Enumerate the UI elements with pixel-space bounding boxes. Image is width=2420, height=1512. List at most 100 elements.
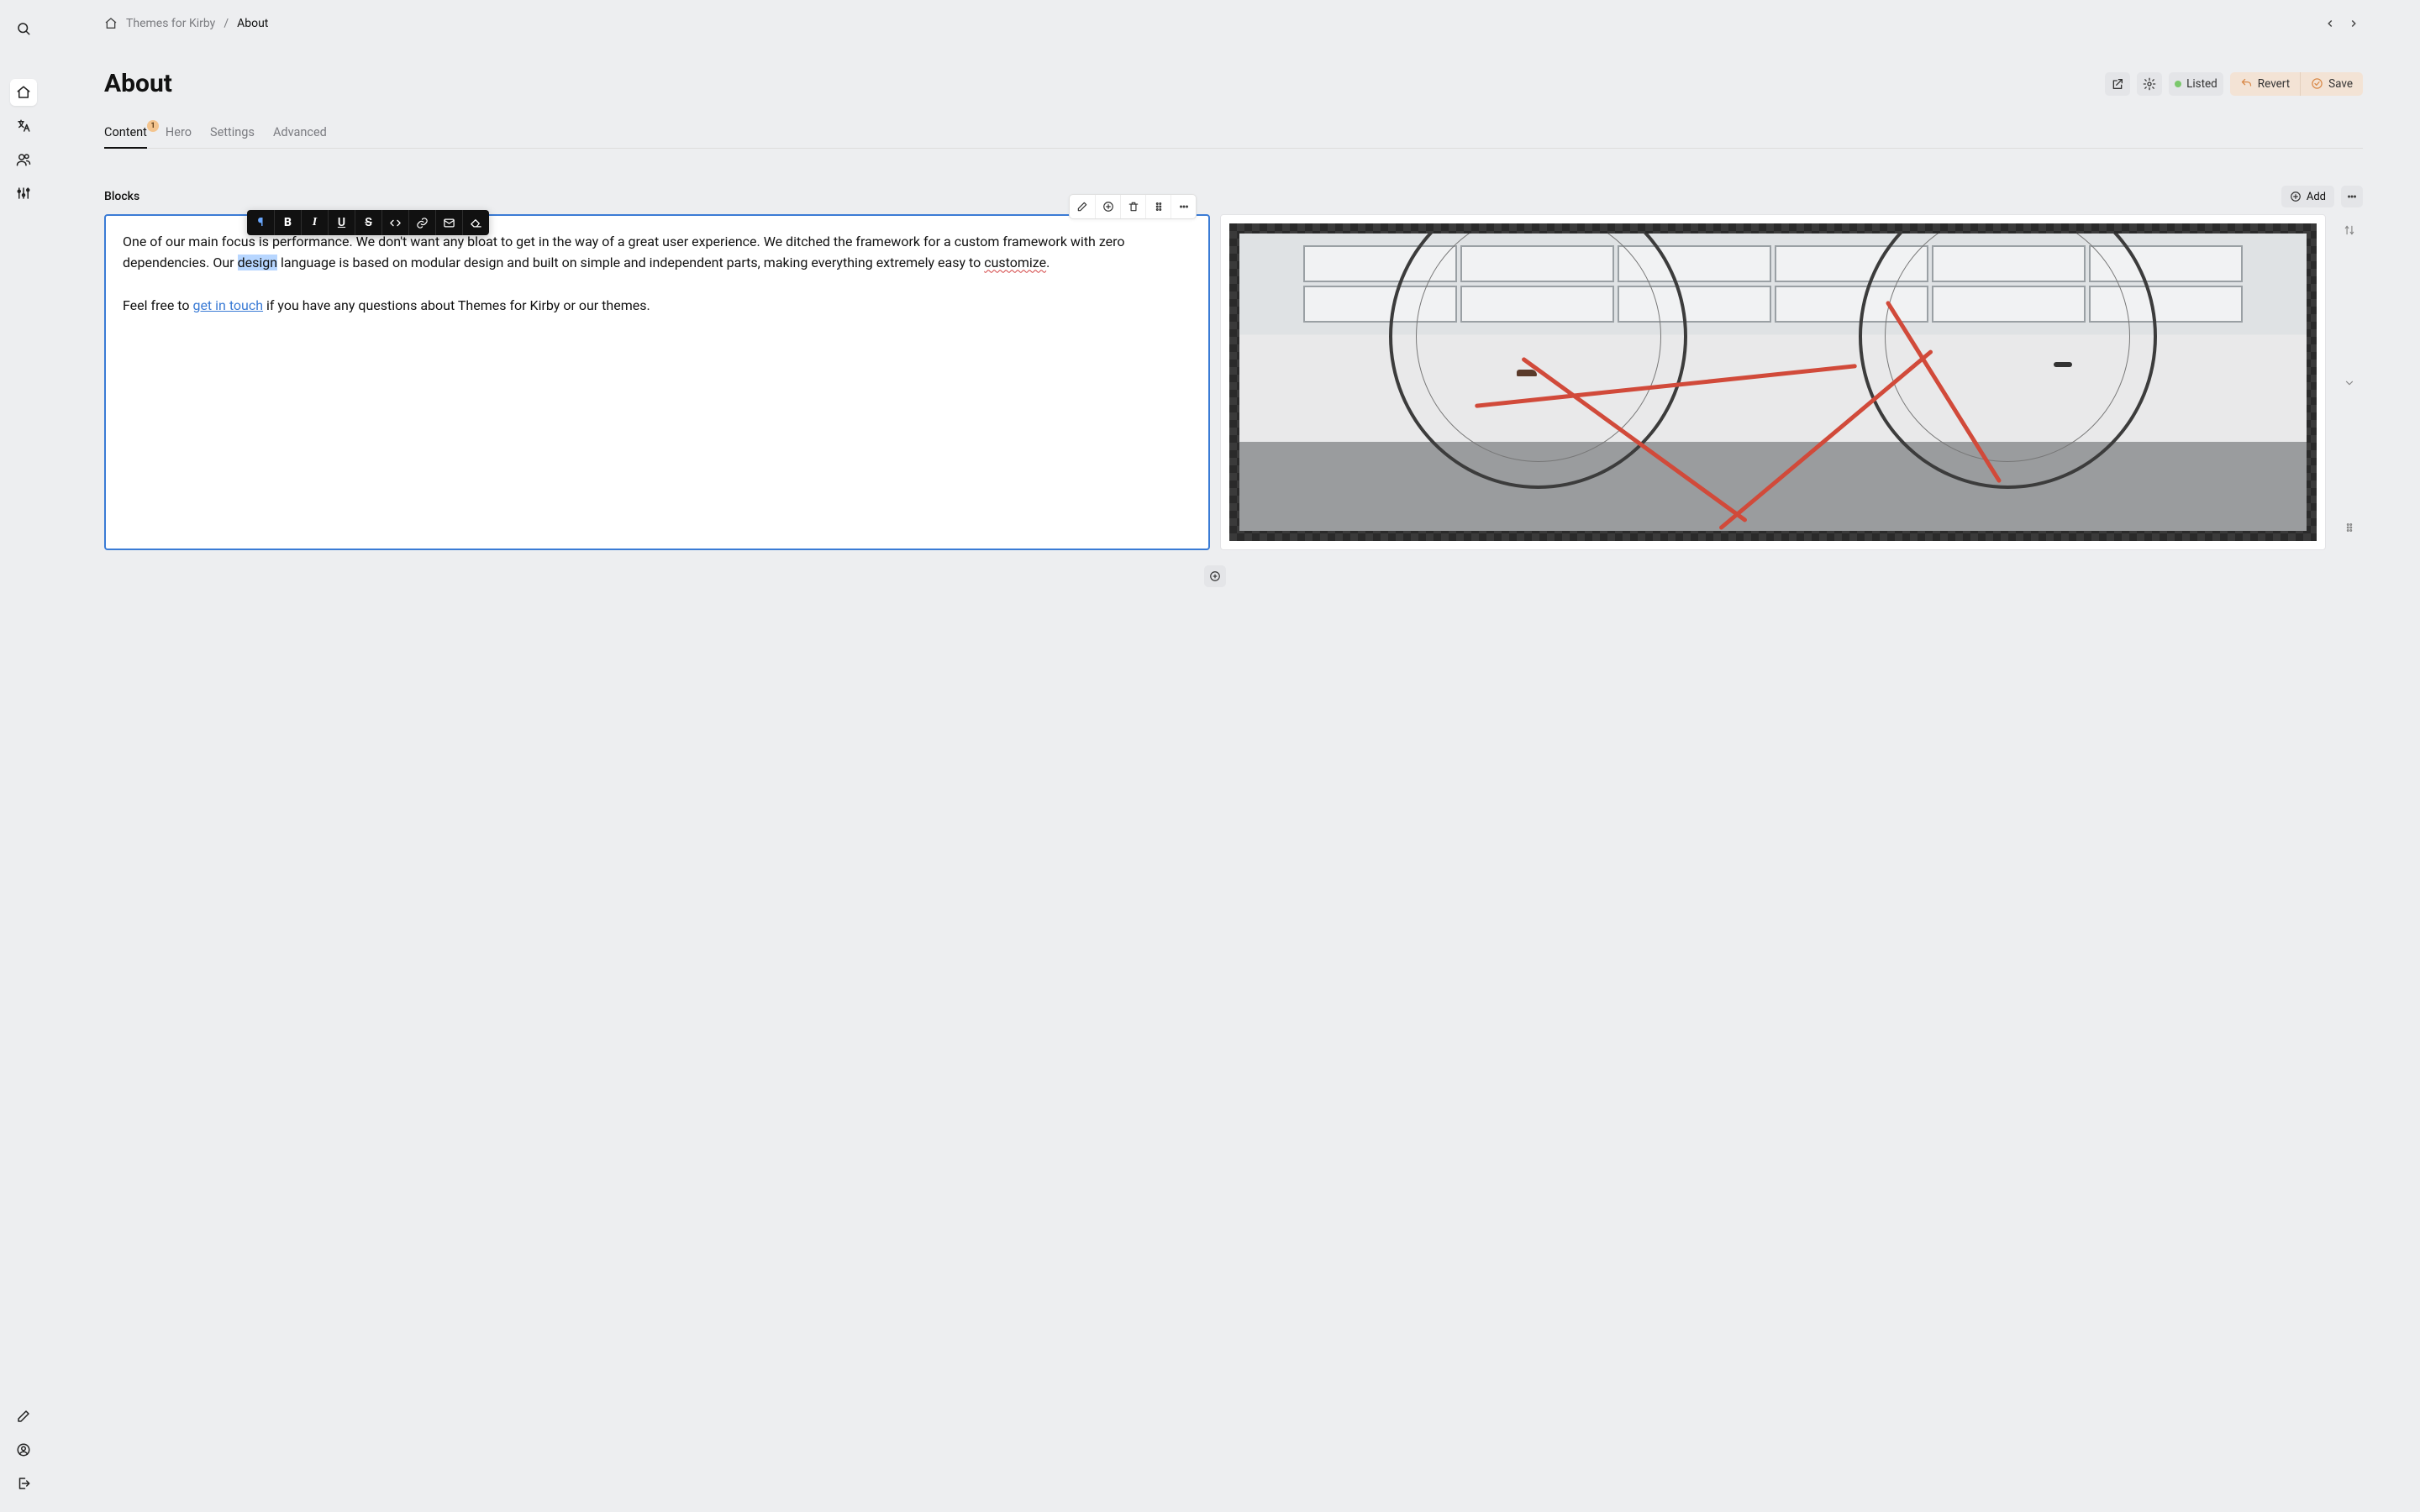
breadcrumb-current: About bbox=[237, 17, 268, 30]
format-email-button[interactable] bbox=[435, 210, 462, 235]
plus-circle-icon bbox=[1209, 570, 1221, 582]
block-add-button[interactable] bbox=[1095, 195, 1120, 218]
breadcrumb-parent[interactable]: Themes for Kirby bbox=[126, 17, 215, 30]
sidebar-item-account[interactable] bbox=[10, 1436, 37, 1463]
format-clear-button[interactable] bbox=[462, 210, 489, 235]
format-toolbar: ¶ B I U S bbox=[247, 210, 489, 235]
format-italic-button[interactable]: I bbox=[301, 210, 328, 235]
format-strike-button[interactable]: S bbox=[355, 210, 381, 235]
mail-icon bbox=[443, 217, 455, 229]
image-block[interactable] bbox=[1220, 214, 2326, 550]
transparency-checker bbox=[1229, 223, 2317, 541]
italic-icon: I bbox=[313, 213, 317, 232]
text-paragraph-2[interactable]: Feel free to get in touch if you have an… bbox=[123, 295, 1192, 316]
revert-button[interactable]: Revert bbox=[2230, 72, 2300, 96]
sidebar-item-system[interactable] bbox=[10, 180, 37, 207]
sidebar-item-logout[interactable] bbox=[10, 1470, 37, 1497]
add-label: Add bbox=[2307, 191, 2326, 203]
gear-icon bbox=[2143, 77, 2156, 91]
logout-icon bbox=[16, 1476, 31, 1491]
header-actions: Listed Revert Save bbox=[2105, 72, 2363, 96]
code-icon bbox=[389, 217, 402, 229]
search-icon bbox=[16, 21, 31, 36]
block-delete-button[interactable] bbox=[1120, 195, 1145, 218]
format-code-button[interactable] bbox=[381, 210, 408, 235]
image-preview bbox=[1239, 234, 2307, 531]
blocks-grid: ¶ B I U S One of our main focus is perfo… bbox=[104, 214, 2363, 587]
get-in-touch-link[interactable]: get in touch bbox=[192, 297, 263, 313]
sidebar bbox=[0, 0, 47, 1512]
add-block-below bbox=[104, 565, 2326, 587]
status-dot-icon bbox=[2175, 81, 2181, 87]
tab-hero[interactable]: Hero bbox=[166, 118, 192, 148]
tab-label: Hero bbox=[166, 125, 192, 139]
selected-text: design bbox=[238, 255, 277, 270]
sidebar-item-edit[interactable] bbox=[10, 1403, 37, 1430]
user-circle-icon bbox=[16, 1442, 31, 1457]
text-paragraph-1[interactable]: One of our main focus is performance. We… bbox=[123, 231, 1192, 274]
home-icon bbox=[16, 85, 31, 100]
drag-icon bbox=[1153, 201, 1165, 213]
plus-circle-icon bbox=[1102, 201, 1114, 213]
sort-icon bbox=[2344, 224, 2355, 236]
save-revert-group: Revert Save bbox=[2230, 72, 2363, 96]
add-block-button[interactable]: Add bbox=[2281, 186, 2334, 207]
rail-drag-handle[interactable] bbox=[2338, 517, 2360, 538]
tab-settings[interactable]: Settings bbox=[210, 118, 255, 148]
bold-icon: B bbox=[284, 213, 292, 232]
underline-icon: U bbox=[338, 213, 345, 232]
chevron-left-icon bbox=[2324, 18, 2336, 29]
sidebar-item-site[interactable] bbox=[10, 79, 37, 106]
block-drag-handle[interactable] bbox=[1145, 195, 1171, 218]
chevron-right-icon bbox=[2348, 18, 2360, 29]
translate-icon bbox=[16, 118, 31, 134]
paragraph-icon: ¶ bbox=[258, 213, 264, 232]
plus-circle-icon bbox=[2290, 191, 2302, 202]
ellipsis-icon bbox=[2346, 191, 2358, 202]
status-button[interactable]: Listed bbox=[2169, 72, 2223, 96]
format-underline-button[interactable]: U bbox=[328, 210, 355, 235]
text-block[interactable]: ¶ B I U S One of our main focus is perfo… bbox=[104, 214, 1210, 550]
ellipsis-icon bbox=[1178, 201, 1190, 213]
users-icon bbox=[16, 152, 31, 167]
pencil-icon bbox=[1076, 201, 1088, 213]
block-toolbar bbox=[1069, 194, 1197, 219]
check-circle-icon bbox=[2311, 77, 2323, 90]
external-link-icon bbox=[2111, 77, 2124, 91]
format-paragraph-button[interactable]: ¶ bbox=[247, 210, 274, 235]
topbar: Themes for Kirby / About bbox=[104, 0, 2363, 47]
open-page-button[interactable] bbox=[2105, 72, 2130, 96]
nav-next-button[interactable] bbox=[2344, 14, 2363, 33]
tab-label: Content bbox=[104, 125, 147, 139]
format-link-button[interactable] bbox=[408, 210, 435, 235]
block-edit-button[interactable] bbox=[1070, 195, 1095, 218]
image-block-rail bbox=[2336, 214, 2363, 550]
breadcrumb-separator: / bbox=[224, 17, 229, 30]
eraser-icon bbox=[470, 217, 482, 229]
header-row: About Listed Revert bbox=[104, 69, 2363, 98]
nav-arrows bbox=[2321, 14, 2363, 33]
drag-icon bbox=[2344, 522, 2355, 533]
page-title: About bbox=[104, 69, 172, 98]
tab-content[interactable]: Content 1 bbox=[104, 118, 147, 148]
search-icon-button[interactable] bbox=[10, 15, 37, 42]
tab-label: Advanced bbox=[273, 125, 327, 139]
block-more-button[interactable] bbox=[1171, 195, 1196, 218]
home-icon bbox=[104, 17, 118, 30]
sidebar-item-languages[interactable] bbox=[10, 113, 37, 139]
nav-prev-button[interactable] bbox=[2321, 14, 2339, 33]
settings-button[interactable] bbox=[2137, 72, 2162, 96]
chevron-down-icon bbox=[2344, 377, 2355, 389]
main: Themes for Kirby / About About bbox=[47, 0, 2420, 1512]
save-button[interactable]: Save bbox=[2300, 72, 2363, 96]
rail-sort-button[interactable] bbox=[2338, 219, 2360, 241]
blocks-more-button[interactable] bbox=[2341, 186, 2363, 207]
rail-expand-button[interactable] bbox=[2338, 372, 2360, 394]
format-bold-button[interactable]: B bbox=[274, 210, 301, 235]
sidebar-item-users[interactable] bbox=[10, 146, 37, 173]
status-label: Listed bbox=[2186, 77, 2217, 91]
tab-advanced[interactable]: Advanced bbox=[273, 118, 327, 148]
add-block-below-button[interactable] bbox=[1204, 565, 1226, 587]
tabs: Content 1 Hero Settings Advanced bbox=[104, 118, 2363, 149]
pencil-icon bbox=[16, 1409, 31, 1424]
